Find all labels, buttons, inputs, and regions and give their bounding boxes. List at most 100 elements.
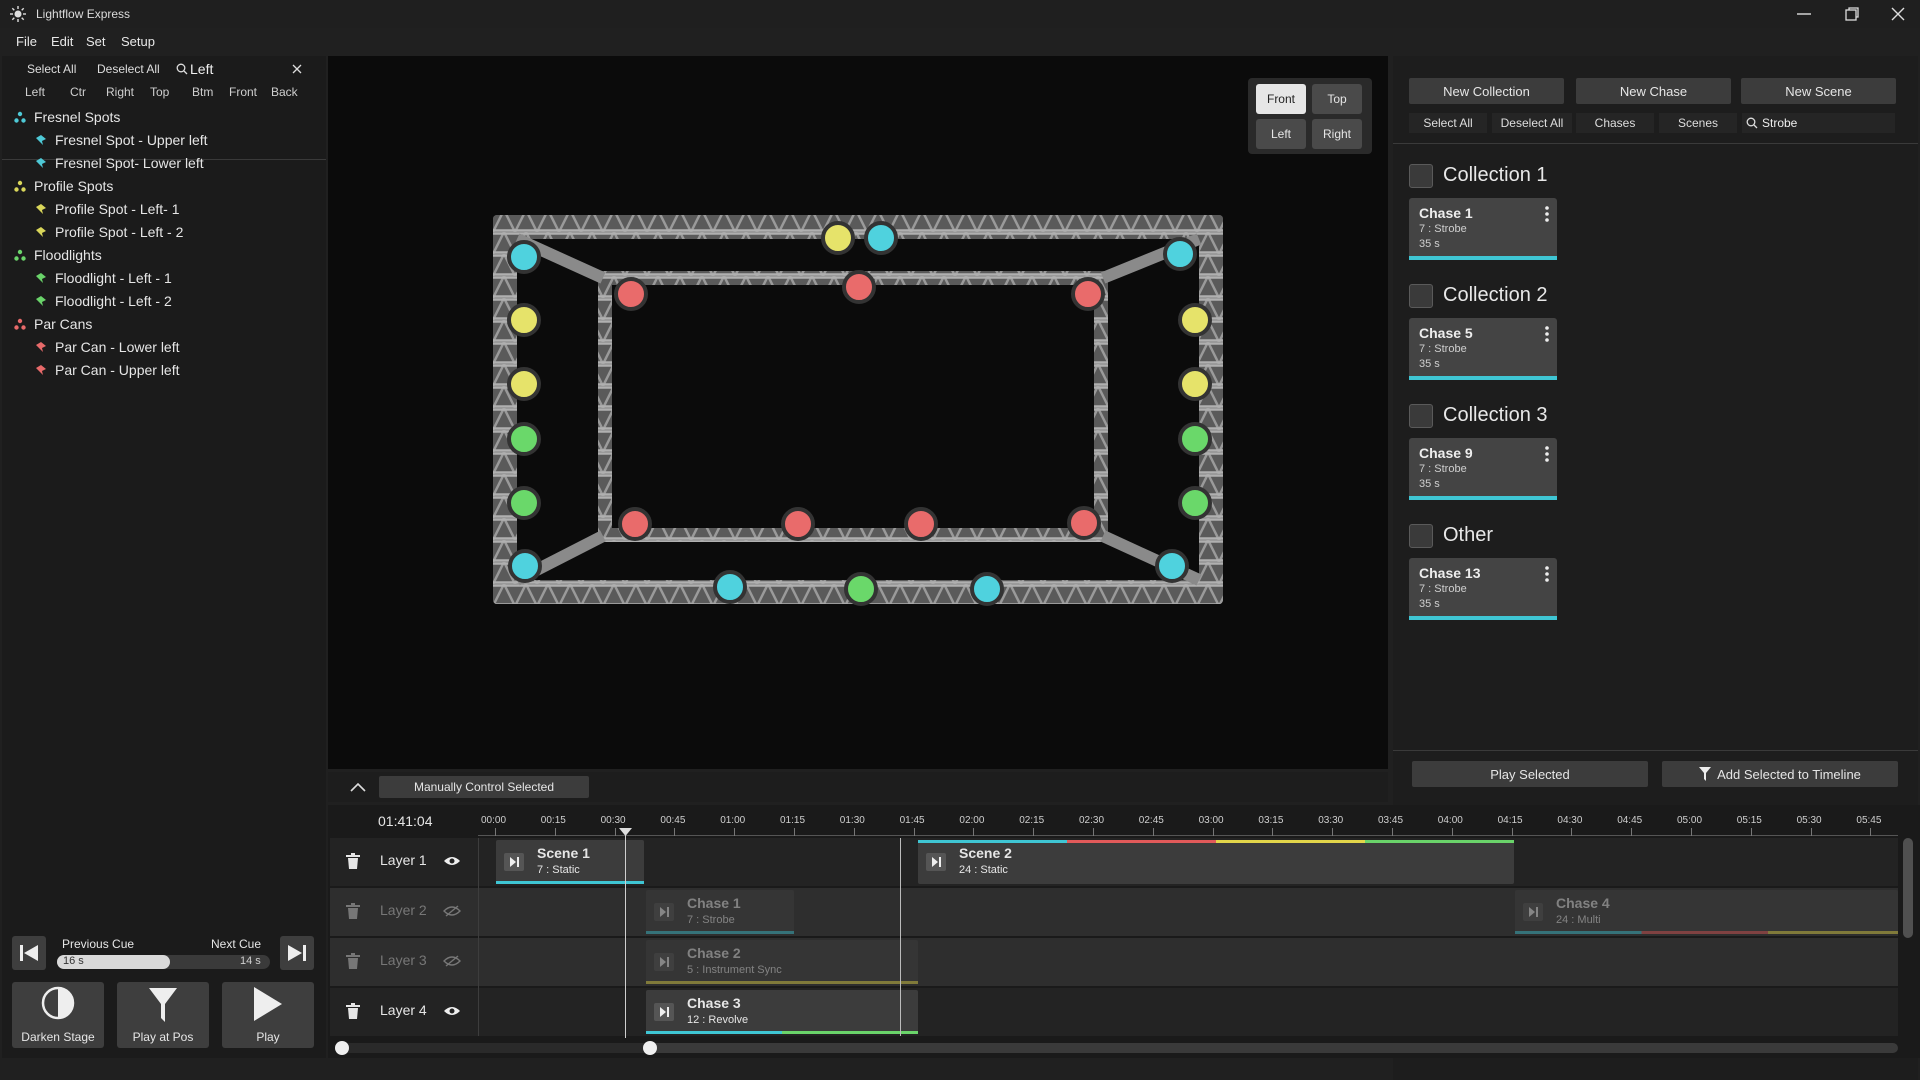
chase-card[interactable]: Chase 9 7 : Strobe 35 s: [1409, 438, 1557, 500]
library-search-input[interactable]: Strobe: [1762, 116, 1797, 130]
next-cue-button[interactable]: [280, 936, 314, 970]
deselect-all-button[interactable]: Deselect All: [97, 62, 160, 76]
chase-clip[interactable]: Chase 2 5 : Instrument Sync: [646, 940, 918, 984]
clip-color-bar: [496, 881, 644, 884]
timeline-zoom-range[interactable]: [340, 1043, 650, 1053]
stage-viewport[interactable]: Front Top Left Right: [328, 56, 1388, 769]
collection-checkbox[interactable]: [1409, 164, 1433, 188]
view-tab-left[interactable]: Left: [25, 85, 45, 99]
fixture-item[interactable]: Floodlight - Left - 2: [2, 289, 326, 312]
more-options-icon[interactable]: [1545, 206, 1549, 222]
chase-card[interactable]: Chase 1 7 : Strobe 35 s: [1409, 198, 1557, 260]
new-chase-button[interactable]: New Chase: [1576, 78, 1731, 104]
fixture-item[interactable]: Profile Spot - Left- 1: [2, 197, 326, 220]
play-button[interactable]: Play: [222, 982, 314, 1048]
play-clip-icon[interactable]: [654, 953, 674, 971]
menu-setup[interactable]: Setup: [121, 34, 155, 49]
fixture-item[interactable]: Par Can - Lower left: [2, 335, 326, 358]
collection-checkbox[interactable]: [1409, 524, 1433, 548]
darken-stage-button[interactable]: Darken Stage: [12, 982, 104, 1048]
range-end-marker[interactable]: [900, 838, 901, 1036]
delete-layer-button[interactable]: [346, 1003, 360, 1019]
fixture-group[interactable]: Floodlights: [2, 243, 326, 266]
add-to-timeline-button[interactable]: Add Selected to Timeline: [1662, 761, 1898, 787]
delete-layer-button[interactable]: [346, 903, 360, 919]
fixture-item[interactable]: Fresnel Spot - Upper left: [2, 128, 326, 151]
toggle-visibility-button[interactable]: [443, 955, 461, 967]
view-tab-top[interactable]: Top: [150, 85, 169, 99]
select-all-button[interactable]: Select All: [27, 62, 76, 76]
fixture-search-input[interactable]: Left: [190, 61, 213, 77]
delete-layer-button[interactable]: [346, 953, 360, 969]
close-button[interactable]: [1874, 0, 1920, 28]
play-clip-icon[interactable]: [504, 853, 524, 871]
clip-subtitle: 7 : Static: [537, 864, 580, 876]
delete-layer-button[interactable]: [346, 853, 360, 869]
play-clip-icon[interactable]: [926, 853, 946, 871]
view-tab-front[interactable]: Front: [229, 85, 257, 99]
view-tab-back[interactable]: Back: [271, 85, 298, 99]
chase-clip[interactable]: Chase 1 7 : Strobe: [646, 890, 794, 934]
menu-set[interactable]: Set: [86, 34, 106, 49]
more-options-icon[interactable]: [1545, 446, 1549, 462]
chase-card[interactable]: Chase 13 7 : Strobe 35 s: [1409, 558, 1557, 620]
card-color-bar: [1409, 376, 1557, 380]
collection-checkbox[interactable]: [1409, 404, 1433, 428]
play-clip-icon[interactable]: [654, 903, 674, 921]
playhead-handle-icon[interactable]: [619, 828, 632, 838]
app-logo-icon: [10, 6, 26, 22]
library-select-all-button[interactable]: Select All: [1409, 113, 1487, 133]
fixture-group[interactable]: Profile Spots: [2, 174, 326, 197]
view-tab-right[interactable]: Right: [106, 85, 134, 99]
more-options-icon[interactable]: [1545, 326, 1549, 342]
chevron-up-icon[interactable]: [350, 782, 366, 792]
layer-row: [330, 938, 1898, 986]
manually-control-selected-button[interactable]: Manually Control Selected: [379, 776, 589, 798]
minimize-button[interactable]: [1780, 0, 1828, 28]
toggle-visibility-button[interactable]: [443, 855, 461, 867]
chase-clip[interactable]: Chase 4 24 : Multi: [1515, 890, 1898, 934]
menu-edit[interactable]: Edit: [51, 34, 73, 49]
library-search-field[interactable]: Strobe: [1742, 113, 1895, 133]
restore-button[interactable]: [1828, 0, 1876, 28]
chase-card[interactable]: Chase 5 7 : Strobe 35 s: [1409, 318, 1557, 380]
menu-file[interactable]: File: [16, 34, 37, 49]
time-tick-mark: [1212, 828, 1214, 836]
fixture-item[interactable]: Profile Spot - Left - 2: [2, 220, 326, 243]
fixture-item[interactable]: Par Can - Upper left: [2, 358, 326, 381]
top-view-button[interactable]: Top: [1312, 84, 1362, 114]
collection-checkbox[interactable]: [1409, 284, 1433, 308]
view-tab-btm[interactable]: Btm: [192, 85, 213, 99]
view-tab-ctr[interactable]: Ctr: [70, 85, 86, 99]
fixture-item[interactable]: Floodlight - Left - 1: [2, 266, 326, 289]
left-view-button[interactable]: Left: [1256, 119, 1306, 149]
scene-clip[interactable]: Scene 2 24 : Static: [918, 840, 1514, 884]
playhead-time: 01:41:04: [378, 813, 433, 829]
zoom-start-handle[interactable]: [335, 1041, 349, 1055]
right-view-button[interactable]: Right: [1312, 119, 1362, 149]
fixture-group[interactable]: Fresnel Spots: [2, 105, 326, 128]
previous-cue-button[interactable]: [12, 936, 46, 970]
play-at-pos-button[interactable]: Play at Pos: [117, 982, 209, 1048]
fixture-group[interactable]: Par Cans: [2, 312, 326, 335]
more-options-icon[interactable]: [1545, 566, 1549, 582]
fixture-item[interactable]: Fresnel Spot- Lower left: [2, 151, 326, 174]
front-view-button[interactable]: Front: [1256, 84, 1306, 114]
toggle-visibility-button[interactable]: [443, 905, 461, 917]
new-scene-button[interactable]: New Scene: [1741, 78, 1896, 104]
play-selected-button[interactable]: Play Selected: [1412, 761, 1648, 787]
filter-chases-button[interactable]: Chases: [1576, 113, 1654, 133]
zoom-end-handle[interactable]: [643, 1041, 657, 1055]
chase-clip[interactable]: Chase 3 12 : Revolve: [646, 990, 918, 1034]
toggle-visibility-button[interactable]: [443, 1005, 461, 1017]
scene-clip[interactable]: Scene 1 7 : Static: [496, 840, 644, 884]
play-clip-icon[interactable]: [1523, 903, 1543, 921]
filter-scenes-button[interactable]: Scenes: [1659, 113, 1737, 133]
library-deselect-all-button[interactable]: Deselect All: [1492, 113, 1572, 133]
vertical-scrollbar[interactable]: [1903, 838, 1913, 938]
play-clip-icon[interactable]: [654, 1003, 674, 1021]
playhead[interactable]: [625, 830, 626, 1038]
clear-search-icon[interactable]: [292, 64, 302, 74]
eye-icon: [444, 1007, 460, 1015]
new-collection-button[interactable]: New Collection: [1409, 78, 1564, 104]
